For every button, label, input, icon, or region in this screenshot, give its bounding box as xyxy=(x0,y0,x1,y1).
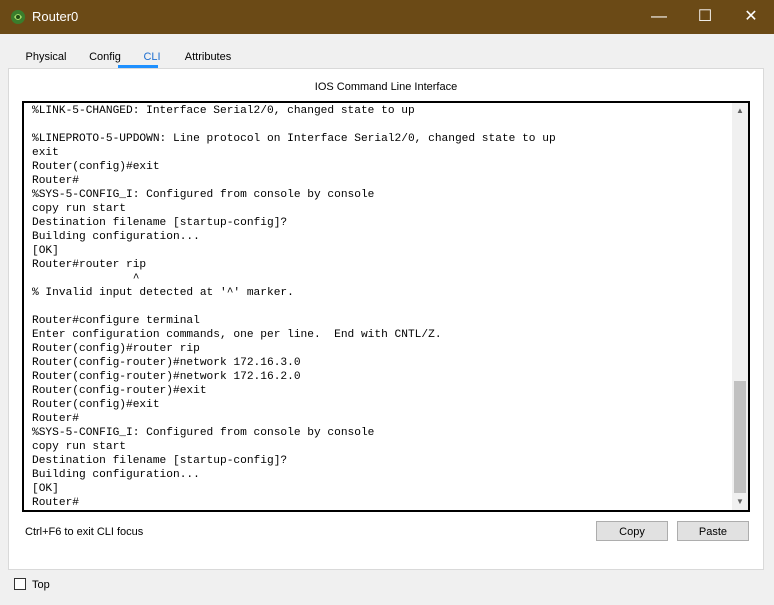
close-button[interactable]: ✕ xyxy=(728,0,774,34)
window-title: Router0 xyxy=(32,9,79,24)
scroll-down-icon[interactable]: ▼ xyxy=(732,494,748,510)
maximize-button[interactable]: ☐ xyxy=(682,0,728,34)
panel-title: IOS Command Line Interface xyxy=(314,81,458,93)
cli-output[interactable]: %LINK-5-CHANGED: Interface Serial2/0, ch… xyxy=(32,104,732,510)
cli-scrollbar[interactable]: ▲ ▼ xyxy=(732,103,748,510)
top-checkbox[interactable] xyxy=(14,578,26,590)
copy-button[interactable]: Copy xyxy=(596,521,668,541)
cli-focus-hint: Ctrl+F6 to exit CLI focus xyxy=(25,526,144,538)
tab-physical[interactable]: Physical xyxy=(14,46,78,68)
paste-button[interactable]: Paste xyxy=(677,521,749,541)
top-checkbox-label: Top xyxy=(32,579,50,591)
minimize-button[interactable]: — xyxy=(636,0,682,34)
title-bar: Router0 — ☐ ✕ xyxy=(0,0,774,34)
tab-attributes[interactable]: Attributes xyxy=(178,46,238,68)
cli-console[interactable]: %LINK-5-CHANGED: Interface Serial2/0, ch… xyxy=(22,101,750,512)
scrollbar-thumb[interactable] xyxy=(734,381,746,493)
scroll-up-icon[interactable]: ▲ xyxy=(732,103,748,119)
packet-tracer-icon xyxy=(11,10,25,24)
